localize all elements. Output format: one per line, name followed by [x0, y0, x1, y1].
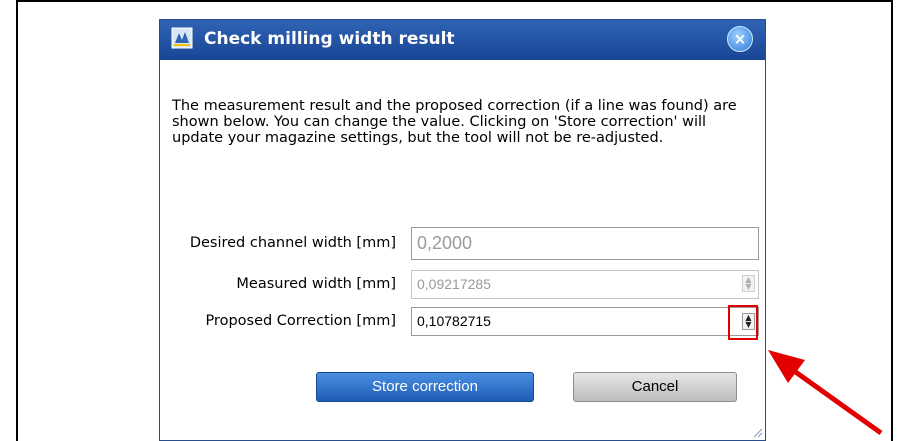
- annotation-arrow: [768, 350, 883, 436]
